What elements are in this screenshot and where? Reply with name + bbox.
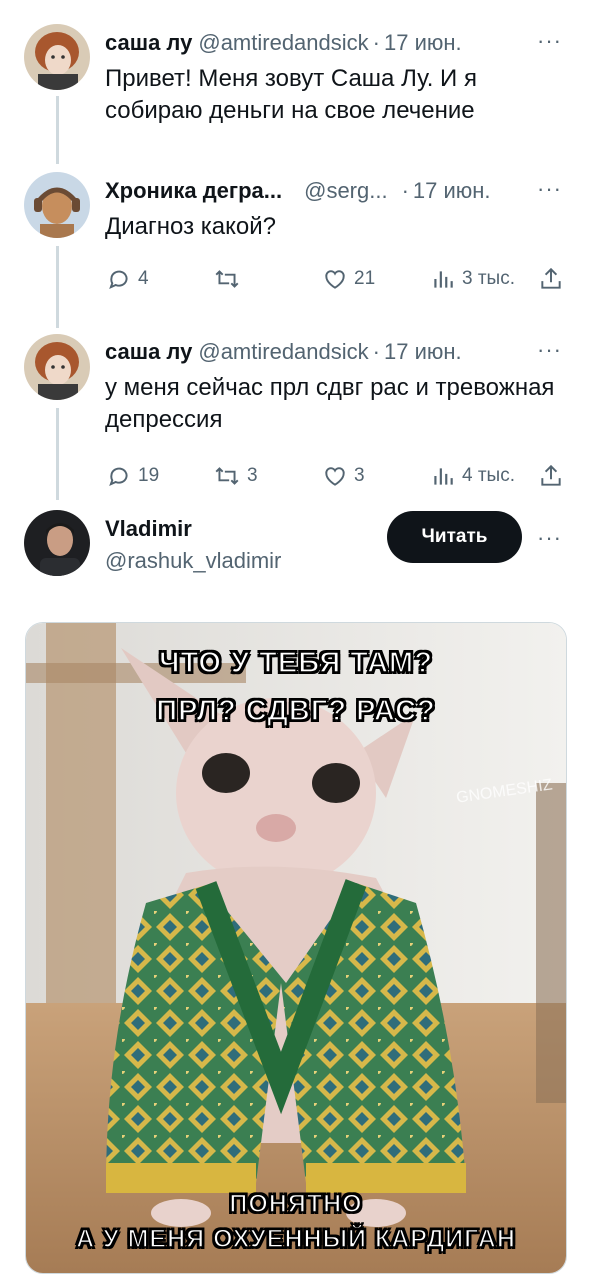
view-count: 3 тыс. [462, 268, 515, 289]
share-icon [541, 267, 561, 289]
views-button[interactable]: 4 тыс. [430, 463, 515, 489]
reply-icon [109, 270, 128, 289]
tweet-date[interactable]: 17 июн. [413, 178, 491, 203]
tweet-text: Диагноз какой? [105, 211, 276, 243]
view-count: 4 тыс. [462, 465, 515, 486]
author-name[interactable]: саша лу [105, 30, 192, 55]
reply-icon [109, 467, 128, 486]
more-options-icon[interactable]: ··· [537, 337, 562, 363]
retweet-button[interactable]: 3 [213, 463, 258, 489]
share-button[interactable] [538, 463, 564, 489]
reply-button[interactable]: 4 [106, 266, 149, 292]
tweet-text: Привет! Меня зовут Саша Лу. И я собираю … [105, 63, 477, 127]
author-name[interactable]: Хроника дегра... [105, 178, 282, 203]
meme-image[interactable]: GNOMESHIZ ЧТО У ТЕБЯ ТАМ? ПРЛ? СДВГ? РАС… [25, 622, 567, 1274]
more-options-icon[interactable]: ··· [537, 525, 562, 551]
share-icon [541, 464, 561, 486]
tweet-text-line: Диагноз какой? [105, 213, 277, 240]
views-button[interactable]: 3 тыс. [430, 266, 515, 292]
author-handle[interactable]: @amtiredandsick [198, 30, 368, 55]
tweet-header: саша лу @amtiredandsick · 17 июн. [105, 30, 462, 56]
tweet-text: у меня сейчас прл сдвг рас и тревожная д… [105, 372, 554, 436]
avatar[interactable] [24, 334, 90, 400]
avatar[interactable] [24, 24, 90, 90]
tweet-date[interactable]: 17 июн. [384, 30, 462, 55]
thread-line [56, 246, 59, 328]
more-options-icon[interactable]: ··· [537, 176, 562, 202]
thread-line [56, 96, 59, 164]
more-options-icon[interactable]: ··· [537, 28, 562, 54]
profile-handle[interactable]: @rashuk_vladimir [105, 548, 281, 574]
reply-count: 19 [138, 465, 160, 486]
author-handle[interactable]: @serg... [304, 178, 387, 203]
tweet-text-line: Привет! Меня зовут Саша Лу. И я [105, 65, 477, 92]
like-count: 3 [354, 465, 365, 486]
like-button[interactable]: 21 [322, 266, 375, 292]
separator: · [372, 30, 380, 55]
retweet-button[interactable] [213, 266, 247, 292]
retweet-icon [215, 467, 239, 485]
reply-button[interactable]: 19 [106, 463, 159, 489]
share-button[interactable] [538, 266, 564, 292]
retweet-icon [215, 270, 239, 288]
heart-icon [325, 467, 345, 486]
reply-count: 4 [138, 268, 149, 289]
avatar[interactable] [24, 510, 90, 576]
profile-name[interactable]: Vladimir [105, 516, 192, 542]
retweet-count: 3 [247, 465, 258, 486]
views-icon [434, 271, 453, 288]
tweet-text-line: депрессия [105, 406, 223, 433]
separator: · [372, 339, 380, 364]
tweet-header: Хроника дегра... @serg... · 17 июн. [105, 178, 491, 204]
thread-line [56, 408, 59, 500]
heart-icon [325, 270, 345, 289]
meme-caption-top-1: ЧТО У ТЕБЯ ТАМ? [158, 646, 433, 680]
tweet-text-line: у меня сейчас прл сдвг рас и тревожная [105, 374, 555, 401]
meme-caption-top-2: ПРЛ? СДВГ? РАС? [155, 694, 436, 728]
like-count: 21 [354, 268, 376, 289]
tweet-header: саша лу @amtiredandsick · 17 июн. [105, 339, 462, 365]
meme-caption-bottom-1: ПОНЯТНО [229, 1189, 363, 1219]
follow-button[interactable]: Читать [387, 511, 522, 563]
tweet-date[interactable]: 17 июн. [384, 339, 462, 364]
author-name[interactable]: саша лу [105, 339, 192, 364]
avatar[interactable] [24, 172, 90, 238]
tweet-text-line: собираю деньги на свое лечение [105, 97, 475, 124]
like-button[interactable]: 3 [322, 463, 365, 489]
separator: · [401, 178, 409, 203]
meme-caption-bottom-2: А У МЕНЯ ОХУЕННЫЙ КАРДИГАН [75, 1224, 516, 1254]
views-icon [434, 468, 453, 485]
author-handle[interactable]: @amtiredandsick [198, 339, 368, 364]
